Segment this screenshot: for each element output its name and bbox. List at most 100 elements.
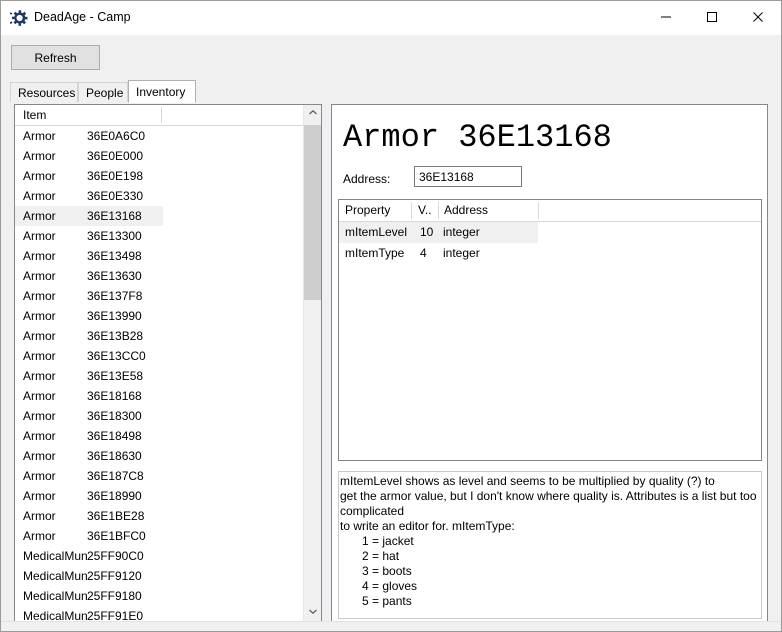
list-item-type: Armor	[23, 506, 56, 526]
tab-bar: Resources People Inventory	[10, 80, 774, 102]
list-item-address: 25FF90C0	[87, 546, 144, 566]
list-item-address: 36E18990	[87, 486, 142, 506]
list-item[interactable]: Armor 36E0A6C0	[15, 126, 305, 146]
scroll-down-arrow-icon[interactable]	[304, 604, 321, 621]
column-divider-3[interactable]	[538, 202, 539, 219]
list-item-type: Armor	[23, 146, 56, 166]
tab-people[interactable]: People	[78, 82, 128, 102]
list-item-address: 36E1BFC0	[87, 526, 146, 546]
list-item-type: Armor	[23, 206, 56, 226]
list-item[interactable]: Armor 36E13498	[15, 246, 305, 266]
column-divider-2[interactable]	[438, 202, 439, 219]
list-item[interactable]: MedicalMun25FF9120	[15, 566, 305, 586]
list-item-address: 36E0A6C0	[87, 126, 145, 146]
list-item-type: Armor	[23, 386, 56, 406]
list-item[interactable]: Armor36E0E198	[15, 166, 305, 186]
list-item-address: 36E13990	[87, 306, 142, 326]
list-item-type: MedicalMun	[23, 566, 88, 586]
list-item-address: 25FF9180	[87, 586, 142, 606]
list-item[interactable]: Armor36E1BE28	[15, 506, 305, 526]
inventory-list[interactable]: Item Armor36E0A6C0Armor36E0E000Armor36E0…	[14, 104, 322, 622]
gear-icon	[10, 9, 28, 27]
list-item[interactable]: Armor36E18498	[15, 426, 305, 446]
note-line: 2 = hat	[340, 549, 761, 564]
tab-resources[interactable]: Resources	[10, 82, 78, 102]
list-item-type: Armor	[23, 446, 56, 466]
list-item-type: Armor	[23, 306, 56, 326]
column-header-value[interactable]: V..	[418, 203, 432, 217]
close-button[interactable]	[735, 1, 781, 33]
list-item[interactable]: Armor 36E13E58	[15, 366, 305, 386]
list-item-address: 36E13498	[87, 246, 142, 266]
list-item[interactable]: MedicalMun25FF9180	[15, 586, 305, 606]
list-item[interactable]: Armor36E13300	[15, 226, 305, 246]
list-item[interactable]: Armor36E13B28	[15, 326, 305, 346]
tab-content-inventory: Item Armor36E0A6C0Armor36E0E000Armor36E0…	[10, 102, 772, 622]
list-item-address: 25FF91E0	[87, 606, 143, 621]
note-line: get the armor value, but I don't know wh…	[340, 489, 761, 504]
list-item-address: 36E0E198	[87, 166, 143, 186]
list-item-address: 36E137F8	[87, 286, 142, 306]
list-header-item-label: Item	[23, 108, 46, 122]
refresh-button[interactable]: Refresh	[11, 45, 100, 70]
column-header-address[interactable]: Address	[444, 203, 488, 217]
property-row[interactable]: mItemLevel10integer	[339, 222, 538, 243]
list-item-address: 36E18630	[87, 446, 142, 466]
notes-textbox[interactable]: mItemLevel shows as level and seems to b…	[338, 471, 762, 619]
property-grid[interactable]: Property V.. Address mItemLevel10integer…	[338, 199, 762, 461]
list-item-address: 36E13630	[87, 266, 142, 286]
list-scrollbar-thumb[interactable]	[304, 125, 321, 300]
column-divider-1[interactable]	[411, 202, 412, 219]
minimize-button[interactable]	[643, 1, 689, 33]
list-header: Item	[15, 105, 305, 126]
scroll-up-arrow-icon[interactable]	[304, 105, 321, 122]
property-name: mItemType	[345, 243, 404, 264]
list-item[interactable]: Armor36E1BFC0	[15, 526, 305, 546]
note-line: mItemLevel shows as level and seems to b…	[340, 474, 761, 489]
note-line: 3 = boots	[340, 564, 761, 579]
address-label: Address:	[343, 172, 390, 186]
note-line: to write an editor for. mItemType:	[340, 519, 761, 534]
list-item-address: 36E18300	[87, 406, 142, 426]
list-item-type: Armor	[23, 346, 56, 366]
list-item[interactable]: MedicalMun25FF90C0	[15, 546, 305, 566]
list-item-type: Armor	[23, 186, 56, 206]
list-item-address: 36E13CC0	[87, 346, 146, 366]
list-item[interactable]: Armor 36E13CC0	[15, 346, 305, 366]
list-item[interactable]: Armor36E137F8	[15, 286, 305, 306]
list-item[interactable]: Armor36E18168	[15, 386, 305, 406]
list-item-type: Armor	[23, 366, 56, 386]
list-item-address: 36E13E58	[87, 366, 143, 386]
property-grid-header: Property V.. Address	[339, 200, 762, 222]
list-item-type: Armor	[23, 226, 56, 246]
list-item[interactable]: Armor36E18300	[15, 406, 305, 426]
list-item-type: Armor	[23, 466, 56, 486]
list-item[interactable]: Armor 36E13990	[15, 306, 305, 326]
list-item-type: Armor	[23, 126, 56, 146]
property-row[interactable]: mItemType4integer	[339, 243, 762, 264]
list-item[interactable]: Armor36E13168	[15, 206, 163, 226]
column-header-property[interactable]: Property	[345, 203, 390, 217]
list-item[interactable]: Armor36E18990	[15, 486, 305, 506]
note-line: 4 = gloves	[340, 579, 761, 594]
property-value: 10	[420, 222, 433, 243]
list-item-address: 36E18498	[87, 426, 142, 446]
list-item[interactable]: Armor36E187C8	[15, 466, 305, 486]
list-item[interactable]: Armor36E0E000	[15, 146, 305, 166]
maximize-button[interactable]	[689, 1, 735, 33]
list-item-address: 36E0E330	[87, 186, 143, 206]
tab-inventory[interactable]: Inventory	[128, 80, 196, 103]
list-item[interactable]: Armor 36E0E330	[15, 186, 305, 206]
status-bar	[1, 621, 781, 631]
list-item[interactable]: Armor 36E18630	[15, 446, 305, 466]
list-scrollbar[interactable]	[303, 105, 321, 621]
list-item[interactable]: Armor36E13630	[15, 266, 305, 286]
list-item[interactable]: MedicalMun25FF91E0	[15, 606, 305, 621]
item-detail-panel: Armor 36E13168 Address: Property V.. Add…	[331, 104, 768, 622]
property-grid-rows: mItemLevel10integermItemType4integer	[339, 222, 762, 264]
property-type: integer	[443, 222, 480, 243]
address-input[interactable]	[414, 166, 522, 187]
list-header-divider	[161, 107, 162, 123]
list-item-type: Armor	[23, 246, 56, 266]
application-window: DeadAge - Camp Refresh Resources People …	[0, 0, 782, 632]
